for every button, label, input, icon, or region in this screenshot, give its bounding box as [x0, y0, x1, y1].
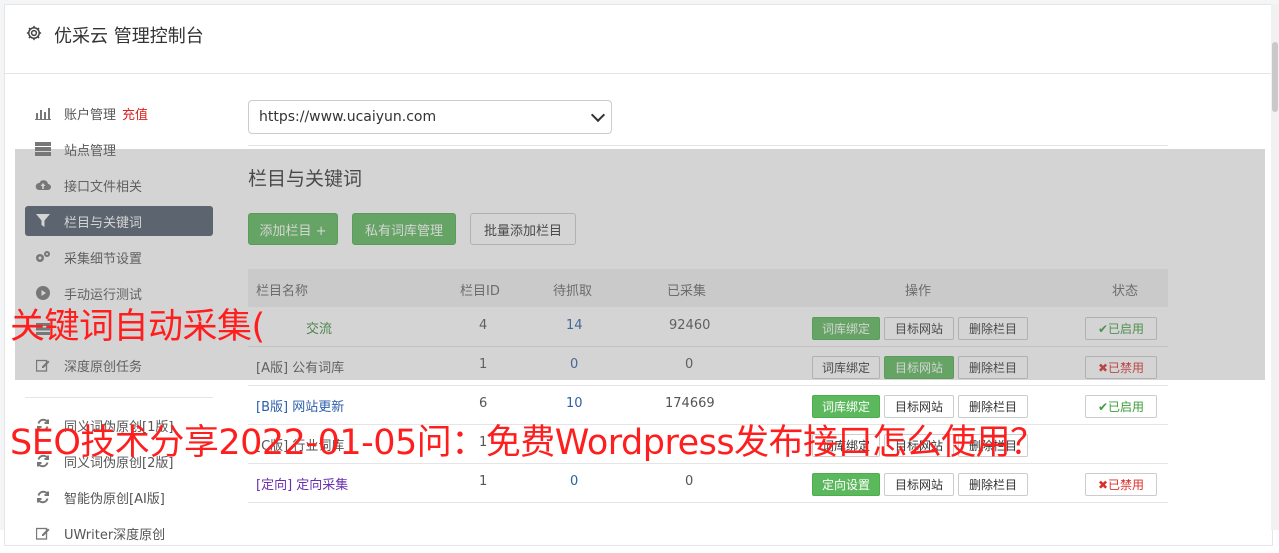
- header: 优采云 管理控制台: [5, 5, 1272, 74]
- recharge-link[interactable]: 充值: [122, 104, 148, 123]
- sidebar-divider: [25, 397, 213, 398]
- sidebar-item-label: 账户管理: [64, 107, 117, 123]
- sidebar-item-ai-pseudo-original[interactable]: 智能伪原创[AI版]: [25, 482, 213, 512]
- collected-count: 174669: [665, 396, 715, 411]
- column-id: 6: [479, 396, 488, 411]
- column-name[interactable]: [B版] 网站更新: [256, 396, 344, 415]
- caption-line-2: SEO技术分享2022-01-05问：免费Wordpress发布接口怎么使用？: [10, 423, 1045, 463]
- scrollbar[interactable]: [1271, 4, 1279, 530]
- gear-icon: [26, 25, 42, 41]
- site-select-value: https://www.ucaiyun.com: [259, 109, 437, 125]
- sidebar-item-uwriter[interactable]: UWriter深度原创: [25, 518, 213, 548]
- column-name[interactable]: [定向] 定向采集: [256, 474, 348, 493]
- edit-icon: [35, 525, 51, 541]
- sidebar-item-label: 智能伪原创[AI版]: [64, 491, 165, 507]
- status-disabled-button[interactable]: ✖ 已禁用: [1085, 473, 1157, 496]
- status-enabled-button[interactable]: ✔ 已启用: [1085, 395, 1157, 418]
- status-label: 已禁用: [1108, 478, 1145, 492]
- directed-settings-button[interactable]: 定向设置: [812, 473, 880, 496]
- page-title: 优采云 管理控制台: [54, 26, 204, 47]
- column-id: 1: [479, 474, 488, 489]
- divider: [248, 145, 1168, 146]
- caption-line-1: 关键词自动采集(: [10, 307, 265, 347]
- table-row: [定向] 定向采集 1 0 0 定向设置 目标网站 删除栏目 ✖ 已禁用: [248, 463, 1168, 503]
- delete-column-button[interactable]: 删除栏目: [958, 473, 1028, 496]
- pending-count[interactable]: 0: [570, 474, 578, 489]
- pending-count[interactable]: 10: [566, 396, 583, 411]
- collected-count: 0: [685, 474, 694, 489]
- target-site-button[interactable]: 目标网站: [884, 473, 954, 496]
- sidebar-item-account[interactable]: 账户管理 充值: [25, 98, 213, 128]
- site-select[interactable]: https://www.ucaiyun.com: [248, 100, 612, 134]
- sidebar-item-label: UWriter深度原创: [64, 527, 166, 543]
- scrollbar-thumb[interactable]: [1272, 42, 1278, 112]
- chevron-down-icon: [590, 107, 606, 123]
- refresh-icon: [35, 489, 51, 505]
- page: 优采云 管理控制台 账户管理 充值 站点管理 接口文件相关 栏目与关键词 采集细…: [0, 0, 1279, 546]
- bar-chart-icon: [35, 105, 51, 121]
- status-label: 已启用: [1108, 400, 1145, 414]
